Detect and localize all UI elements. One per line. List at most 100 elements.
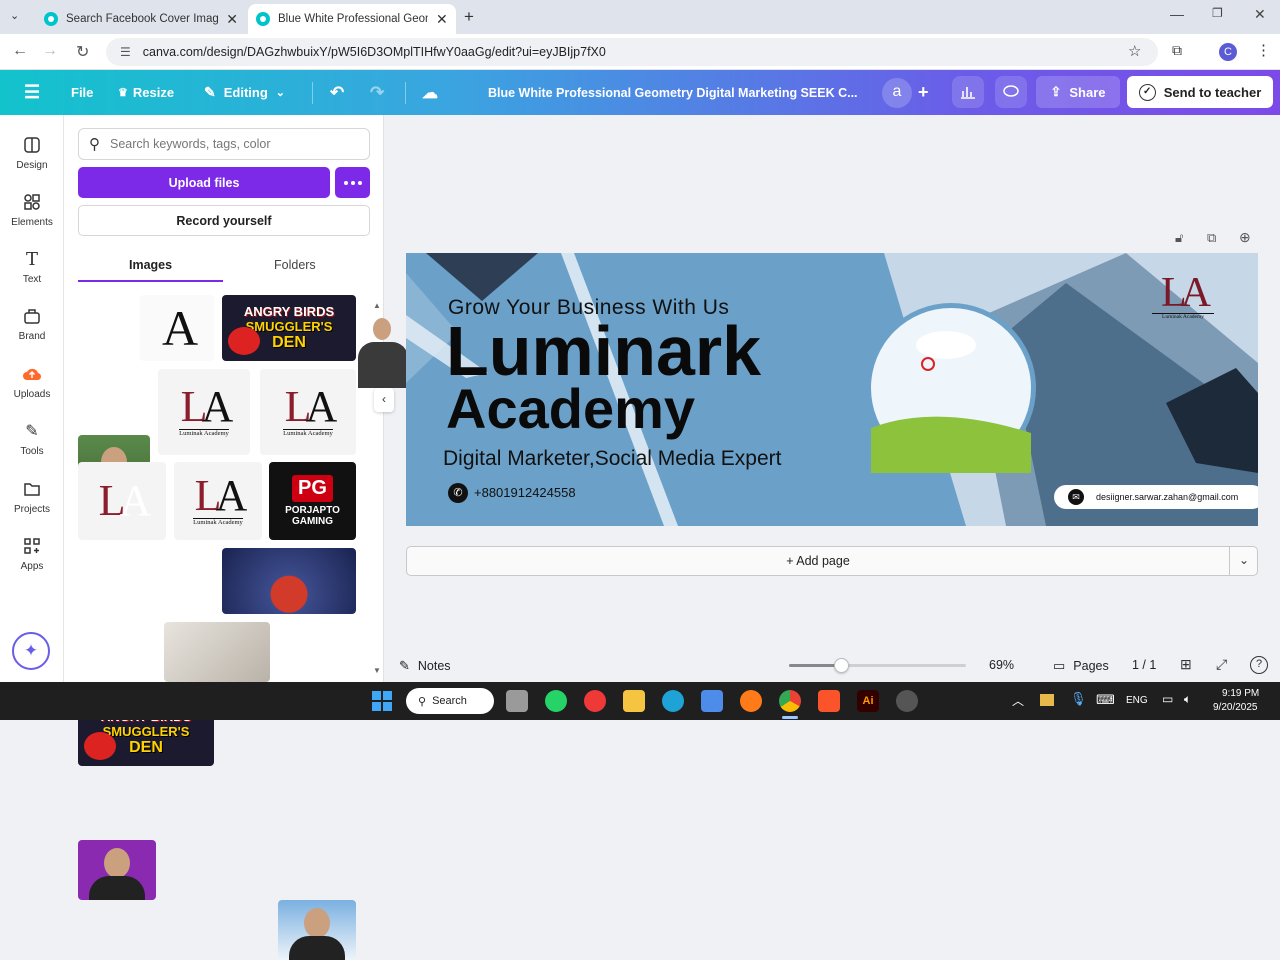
file-explorer-icon[interactable]	[623, 690, 645, 712]
new-tab-button[interactable]: +	[464, 7, 474, 27]
rail-item-design[interactable]: Design	[0, 135, 64, 171]
network-icon[interactable]: ▭	[1162, 692, 1173, 706]
rail-item-projects[interactable]: Projects	[0, 479, 64, 515]
image-thumb-bird-scene[interactable]	[222, 548, 356, 614]
zoom-value[interactable]: 69%	[989, 658, 1014, 672]
edge-icon[interactable]	[662, 690, 684, 712]
minimize-icon[interactable]: —	[1170, 6, 1184, 22]
settings-gear-icon[interactable]	[896, 690, 918, 712]
firefox-icon[interactable]	[740, 690, 762, 712]
chrome-icon[interactable]	[779, 690, 801, 712]
dragging-person-image[interactable]	[356, 316, 410, 388]
image-thumb-la-logo[interactable]: LA Luminak Academy	[158, 369, 250, 455]
clock-date[interactable]: 9/20/2025	[1213, 702, 1258, 713]
tab-folders[interactable]: Folders	[274, 258, 316, 272]
comments-icon[interactable]	[995, 76, 1027, 108]
add-page-button[interactable]: + Add page	[407, 547, 1229, 575]
rail-item-brand[interactable]: Brand	[0, 306, 64, 342]
back-icon[interactable]: ←	[12, 42, 28, 60]
email-pill[interactable]: ✉ desiigner.sarwar.zahan@gmail.com	[1054, 485, 1258, 509]
zoom-slider-thumb[interactable]	[834, 658, 850, 673]
url-input[interactable]: ☰ canva.com/design/DAGzhwbuixY/pW5I6D3OM…	[106, 38, 1158, 66]
scroll-up-icon[interactable]: ▲	[373, 301, 381, 310]
image-thumb-porjapto-gaming[interactable]: PG PORJAPTO GAMING	[269, 462, 356, 540]
browser-tab-design[interactable]: Blue White Professional Geome ✕	[248, 4, 456, 34]
main-menu-icon[interactable]: ☰	[24, 70, 40, 115]
zoom-slider[interactable]	[789, 658, 966, 673]
grid-view-icon[interactable]: ⊞	[1180, 656, 1192, 673]
design-logo[interactable]: LA Luminak Academy	[1152, 272, 1214, 320]
illustrator-icon[interactable]: Ai	[857, 690, 879, 712]
language-indicator[interactable]: ENG	[1126, 695, 1148, 706]
file-menu[interactable]: File	[71, 70, 93, 115]
cloud-saved-icon[interactable]: ☁	[422, 70, 438, 115]
rail-item-text[interactable]: T Text	[0, 249, 64, 286]
taskbar-search[interactable]: ⚲ Search	[406, 688, 494, 714]
close-tab-icon[interactable]: ✕	[226, 11, 238, 28]
more-options-icon[interactable]	[335, 167, 370, 198]
add-page-icon[interactable]: ⊕	[1239, 229, 1251, 246]
chevron-down-icon[interactable]: ⌄	[1239, 553, 1249, 567]
tab-images[interactable]: Images	[129, 258, 172, 272]
reload-icon[interactable]: ↻	[76, 42, 89, 62]
notes-button[interactable]: ✎ Notes	[399, 658, 451, 674]
upload-files-button[interactable]: Upload files	[78, 167, 330, 198]
invite-plus-icon[interactable]: +	[918, 70, 929, 115]
tray-app-icon[interactable]	[1040, 694, 1054, 706]
insights-chart-icon[interactable]	[952, 76, 984, 108]
rail-item-apps[interactable]: Apps	[0, 536, 64, 572]
image-thumb-la-logo[interactable]: LA Luminak Academy	[260, 369, 356, 455]
rail-item-tools[interactable]: ✎ Tools	[0, 421, 64, 457]
design-canvas[interactable]: Grow Your Business With Us Luminark Acad…	[406, 253, 1258, 526]
vivaldi-icon[interactable]	[584, 690, 606, 712]
collapse-panel-button[interactable]: ‹	[374, 388, 394, 412]
image-thumb-desk-laptop[interactable]	[164, 622, 270, 682]
design-name-line2[interactable]: Academy	[446, 379, 695, 439]
redo-icon[interactable]: ↷	[370, 70, 384, 115]
image-thumb-a-logo[interactable]: A	[140, 295, 214, 361]
image-thumb-man-portrait[interactable]	[78, 840, 156, 900]
whatsapp-icon[interactable]	[545, 690, 567, 712]
tab-list-button[interactable]: ⌄	[10, 9, 19, 22]
undo-icon[interactable]: ↶	[330, 70, 344, 115]
pages-button[interactable]: ▭ Pages	[1053, 658, 1109, 674]
browser-tab-search[interactable]: Search Facebook Cover Image ✕	[36, 4, 246, 34]
page-lock-icon[interactable]: 🔓︎	[1175, 230, 1183, 246]
editing-mode-button[interactable]: ✎ Editing ⌄	[204, 70, 285, 115]
extensions-icon[interactable]: ⧉	[1172, 42, 1182, 59]
document-title[interactable]: Blue White Professional Geometry Digital…	[488, 70, 858, 115]
resize-button[interactable]: ♛ Resize	[118, 70, 174, 115]
microphone-icon[interactable]: 🎙︎	[1070, 691, 1087, 707]
volume-icon[interactable]: 🔈︎	[1184, 692, 1191, 707]
fullscreen-icon[interactable]: ⤢	[1216, 656, 1227, 673]
image-thumb-man-portrait-snow[interactable]	[278, 900, 356, 960]
windows-start-icon[interactable]	[372, 691, 392, 711]
task-view-icon[interactable]	[506, 690, 528, 712]
brave-icon[interactable]	[818, 690, 840, 712]
maximize-icon[interactable]: ❐	[1212, 6, 1223, 20]
help-icon[interactable]: ?	[1250, 656, 1268, 674]
image-thumb-angry-birds[interactable]: ANGRY BIRDS SMUGGLER'S DEN	[222, 295, 356, 361]
user-avatar[interactable]: a	[882, 78, 912, 108]
design-phone[interactable]: +8801912424558	[474, 485, 576, 500]
rail-item-elements[interactable]: Elements	[0, 192, 64, 228]
keyboard-icon[interactable]: ⌨	[1096, 692, 1115, 708]
tray-chevron-icon[interactable]: ︿	[1012, 692, 1024, 709]
clock-time[interactable]: 9:19 PM	[1222, 688, 1259, 699]
image-thumb-la-logo-faded[interactable]: LA	[78, 462, 166, 540]
bookmark-star-icon[interactable]: ☆	[1128, 42, 1141, 60]
duplicate-page-icon[interactable]: ⧉	[1207, 230, 1216, 246]
send-to-teacher-button[interactable]: ✓ Send to teacher	[1127, 76, 1273, 108]
rail-item-uploads[interactable]: Uploads	[0, 364, 64, 400]
record-yourself-button[interactable]: Record yourself	[78, 205, 370, 236]
profile-avatar[interactable]: C	[1219, 43, 1237, 61]
image-thumb-la-logo[interactable]: LA Luminak Academy	[174, 462, 262, 540]
browser-menu-icon[interactable]: ⋮	[1256, 41, 1271, 59]
scroll-down-icon[interactable]: ▼	[373, 666, 381, 675]
forward-icon[interactable]: →	[42, 42, 58, 60]
design-subtitle[interactable]: Digital Marketer,Social Media Expert	[443, 447, 781, 471]
store-icon[interactable]	[701, 690, 723, 712]
site-info-icon[interactable]: ☰	[120, 45, 131, 59]
share-button[interactable]: ⇪ Share	[1036, 76, 1120, 108]
close-window-icon[interactable]: ✕	[1254, 6, 1266, 23]
